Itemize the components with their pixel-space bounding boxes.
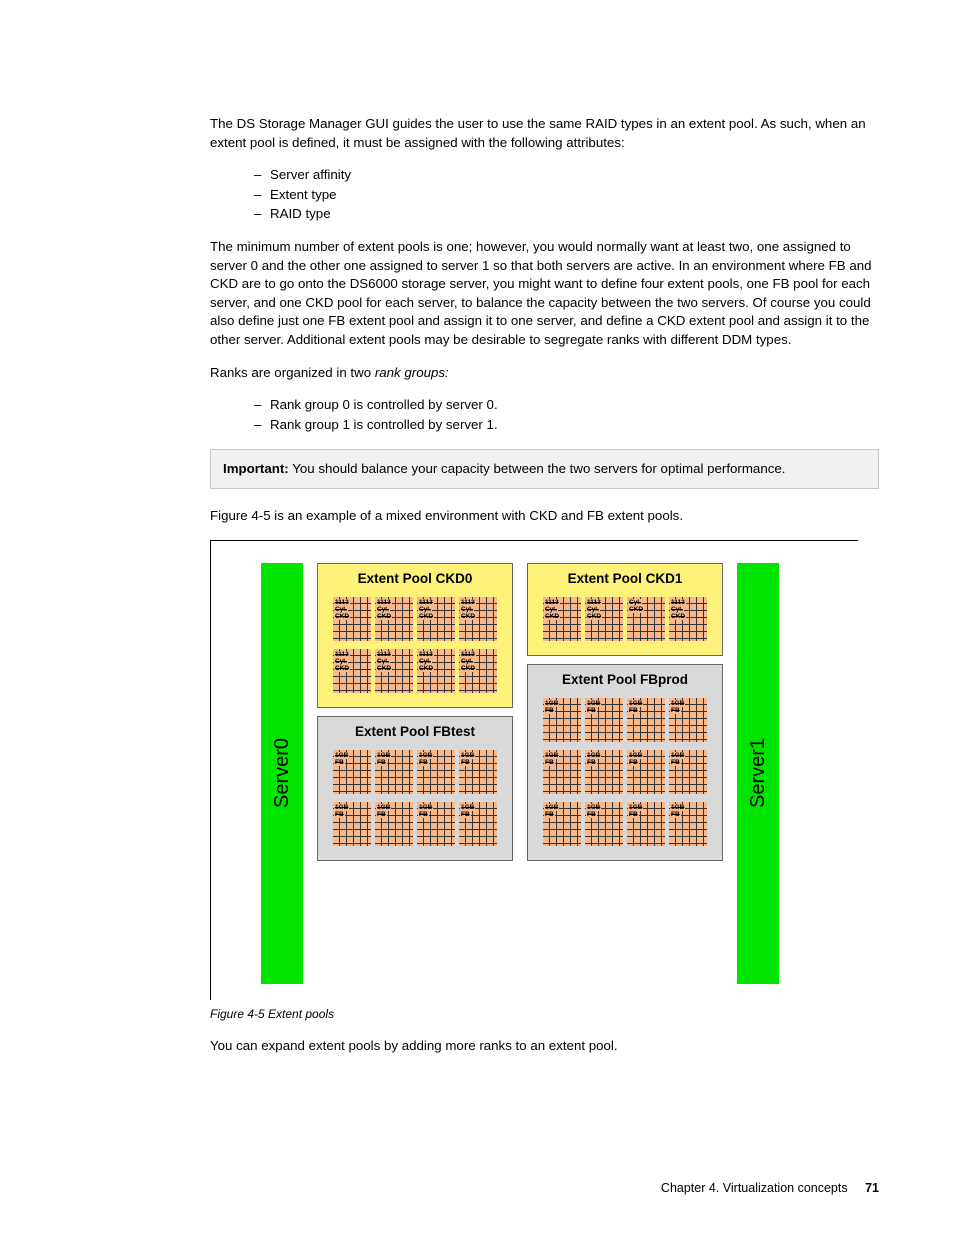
extent-fb: 1GBFB <box>669 750 707 794</box>
extent-fb: 1GBFB <box>543 802 581 846</box>
rank-row: 1113Cyl.CKD 1113Cyl.CKD 1113Cyl.CKD 1113… <box>324 649 506 693</box>
rank-row: 1113Cyl.CKD 1113Cyl.CKD Cyl.CKD 1113Cyl.… <box>534 597 716 641</box>
extent-fb: 1GBFB <box>543 698 581 742</box>
extent-fb: 1GBFB <box>669 698 707 742</box>
extent-fb: 1GBFB <box>669 802 707 846</box>
extent-ckd: 1113Cyl.CKD <box>333 649 371 693</box>
extent-fb: 1GBFB <box>627 750 665 794</box>
paragraph: Figure 4-5 is an example of a mixed envi… <box>210 507 879 526</box>
note-body: You should balance your capacity between… <box>289 461 786 476</box>
pool-title: Extent Pool FBprod <box>534 671 716 690</box>
rank-row: 1GBFB 1GBFB 1GBFB 1GBFB <box>534 802 716 846</box>
extent-ckd: 1113Cyl.CKD <box>585 597 623 641</box>
figure-caption: Figure 4-5 Extent pools <box>210 1006 879 1023</box>
rank-group-list: –Rank group 0 is controlled by server 0.… <box>210 396 879 434</box>
extent-ckd: 1113Cyl.CKD <box>375 597 413 641</box>
paragraph: You can expand extent pools by adding mo… <box>210 1037 879 1056</box>
extent-fb: 1GBFB <box>333 750 371 794</box>
text: Ranks are organized in two <box>210 365 375 380</box>
rank-row: 1GBFB 1GBFB 1GBFB 1GBFB <box>324 802 506 846</box>
extent-pool-ckd1: Extent Pool CKD1 1113Cyl.CKD 1113Cyl.CKD… <box>527 563 723 656</box>
extent-pool-fbprod: Extent Pool FBprod 1GBFB 1GBFB 1GBFB 1GB… <box>527 664 723 861</box>
extent-fb: 1GBFB <box>333 802 371 846</box>
extent-fb: 1GBFB <box>417 750 455 794</box>
extent-ckd: 1113Cyl.CKD <box>459 649 497 693</box>
list-item: Server affinity <box>270 167 351 182</box>
extent-pool-fbtest: Extent Pool FBtest 1GBFB 1GBFB 1GBFB 1GB… <box>317 716 513 861</box>
extent-fb: 1GBFB <box>585 750 623 794</box>
list-item: Extent type <box>270 187 337 202</box>
footer-page-number: 71 <box>865 1181 879 1195</box>
extent-ckd: 1113Cyl.CKD <box>669 597 707 641</box>
emphasis: rank groups: <box>375 365 449 380</box>
extent-fb: 1GBFB <box>375 750 413 794</box>
extent-fb: 1GBFB <box>627 698 665 742</box>
server1-label: Server1 <box>744 738 772 808</box>
pool-title: Extent Pool CKD0 <box>324 570 506 589</box>
extent-pool-ckd0: Extent Pool CKD0 1113Cyl.CKD 1113Cyl.CKD… <box>317 563 513 708</box>
paragraph: The DS Storage Manager GUI guides the us… <box>210 115 879 152</box>
note-label: Important: <box>223 461 289 476</box>
extent-ckd: 1113Cyl.CKD <box>375 649 413 693</box>
server0-label: Server0 <box>268 738 296 808</box>
extent-ckd: 1113Cyl.CKD <box>333 597 371 641</box>
extent-fb: 1GBFB <box>585 698 623 742</box>
list-item: Rank group 1 is controlled by server 1. <box>270 417 498 432</box>
extent-ckd: 1113Cyl.CKD <box>417 649 455 693</box>
pool-title: Extent Pool CKD1 <box>534 570 716 589</box>
paragraph: The minimum number of extent pools is on… <box>210 238 879 350</box>
important-note: Important: You should balance your capac… <box>210 449 879 490</box>
extent-fb: 1GBFB <box>417 802 455 846</box>
paragraph: Ranks are organized in two rank groups: <box>210 364 879 383</box>
page-footer: Chapter 4. Virtualization concepts 71 <box>661 1180 879 1198</box>
server1-bar: Server1 <box>737 563 779 984</box>
list-item: Rank group 0 is controlled by server 0. <box>270 397 498 412</box>
extent-ckd: 1113Cyl.CKD <box>417 597 455 641</box>
extent-fb: 1GBFB <box>627 802 665 846</box>
footer-chapter: Chapter 4. Virtualization concepts <box>661 1181 848 1195</box>
extent-ckd: 1113Cyl.CKD <box>543 597 581 641</box>
pool-title: Extent Pool FBtest <box>324 723 506 742</box>
figure-4-5: Server0 Extent Pool CKD0 1113Cyl.CKD 111… <box>210 540 858 1000</box>
attribute-list: –Server affinity –Extent type –RAID type <box>210 166 879 224</box>
list-item: RAID type <box>270 206 331 221</box>
server0-bar: Server0 <box>261 563 303 984</box>
extent-ckd: 1113Cyl.CKD <box>459 597 497 641</box>
rank-row: 1GBFB 1GBFB 1GBFB 1GBFB <box>534 750 716 794</box>
extent-ckd: Cyl.CKD <box>627 597 665 641</box>
extent-fb: 1GBFB <box>375 802 413 846</box>
rank-row: 1113Cyl.CKD 1113Cyl.CKD 1113Cyl.CKD 1113… <box>324 597 506 641</box>
rank-row: 1GBFB 1GBFB 1GBFB 1GBFB <box>534 698 716 742</box>
extent-fb: 1GBFB <box>459 802 497 846</box>
rank-row: 1GBFB 1GBFB 1GBFB 1GBFB <box>324 750 506 794</box>
extent-fb: 1GBFB <box>585 802 623 846</box>
extent-fb: 1GBFB <box>543 750 581 794</box>
extent-fb: 1GBFB <box>459 750 497 794</box>
